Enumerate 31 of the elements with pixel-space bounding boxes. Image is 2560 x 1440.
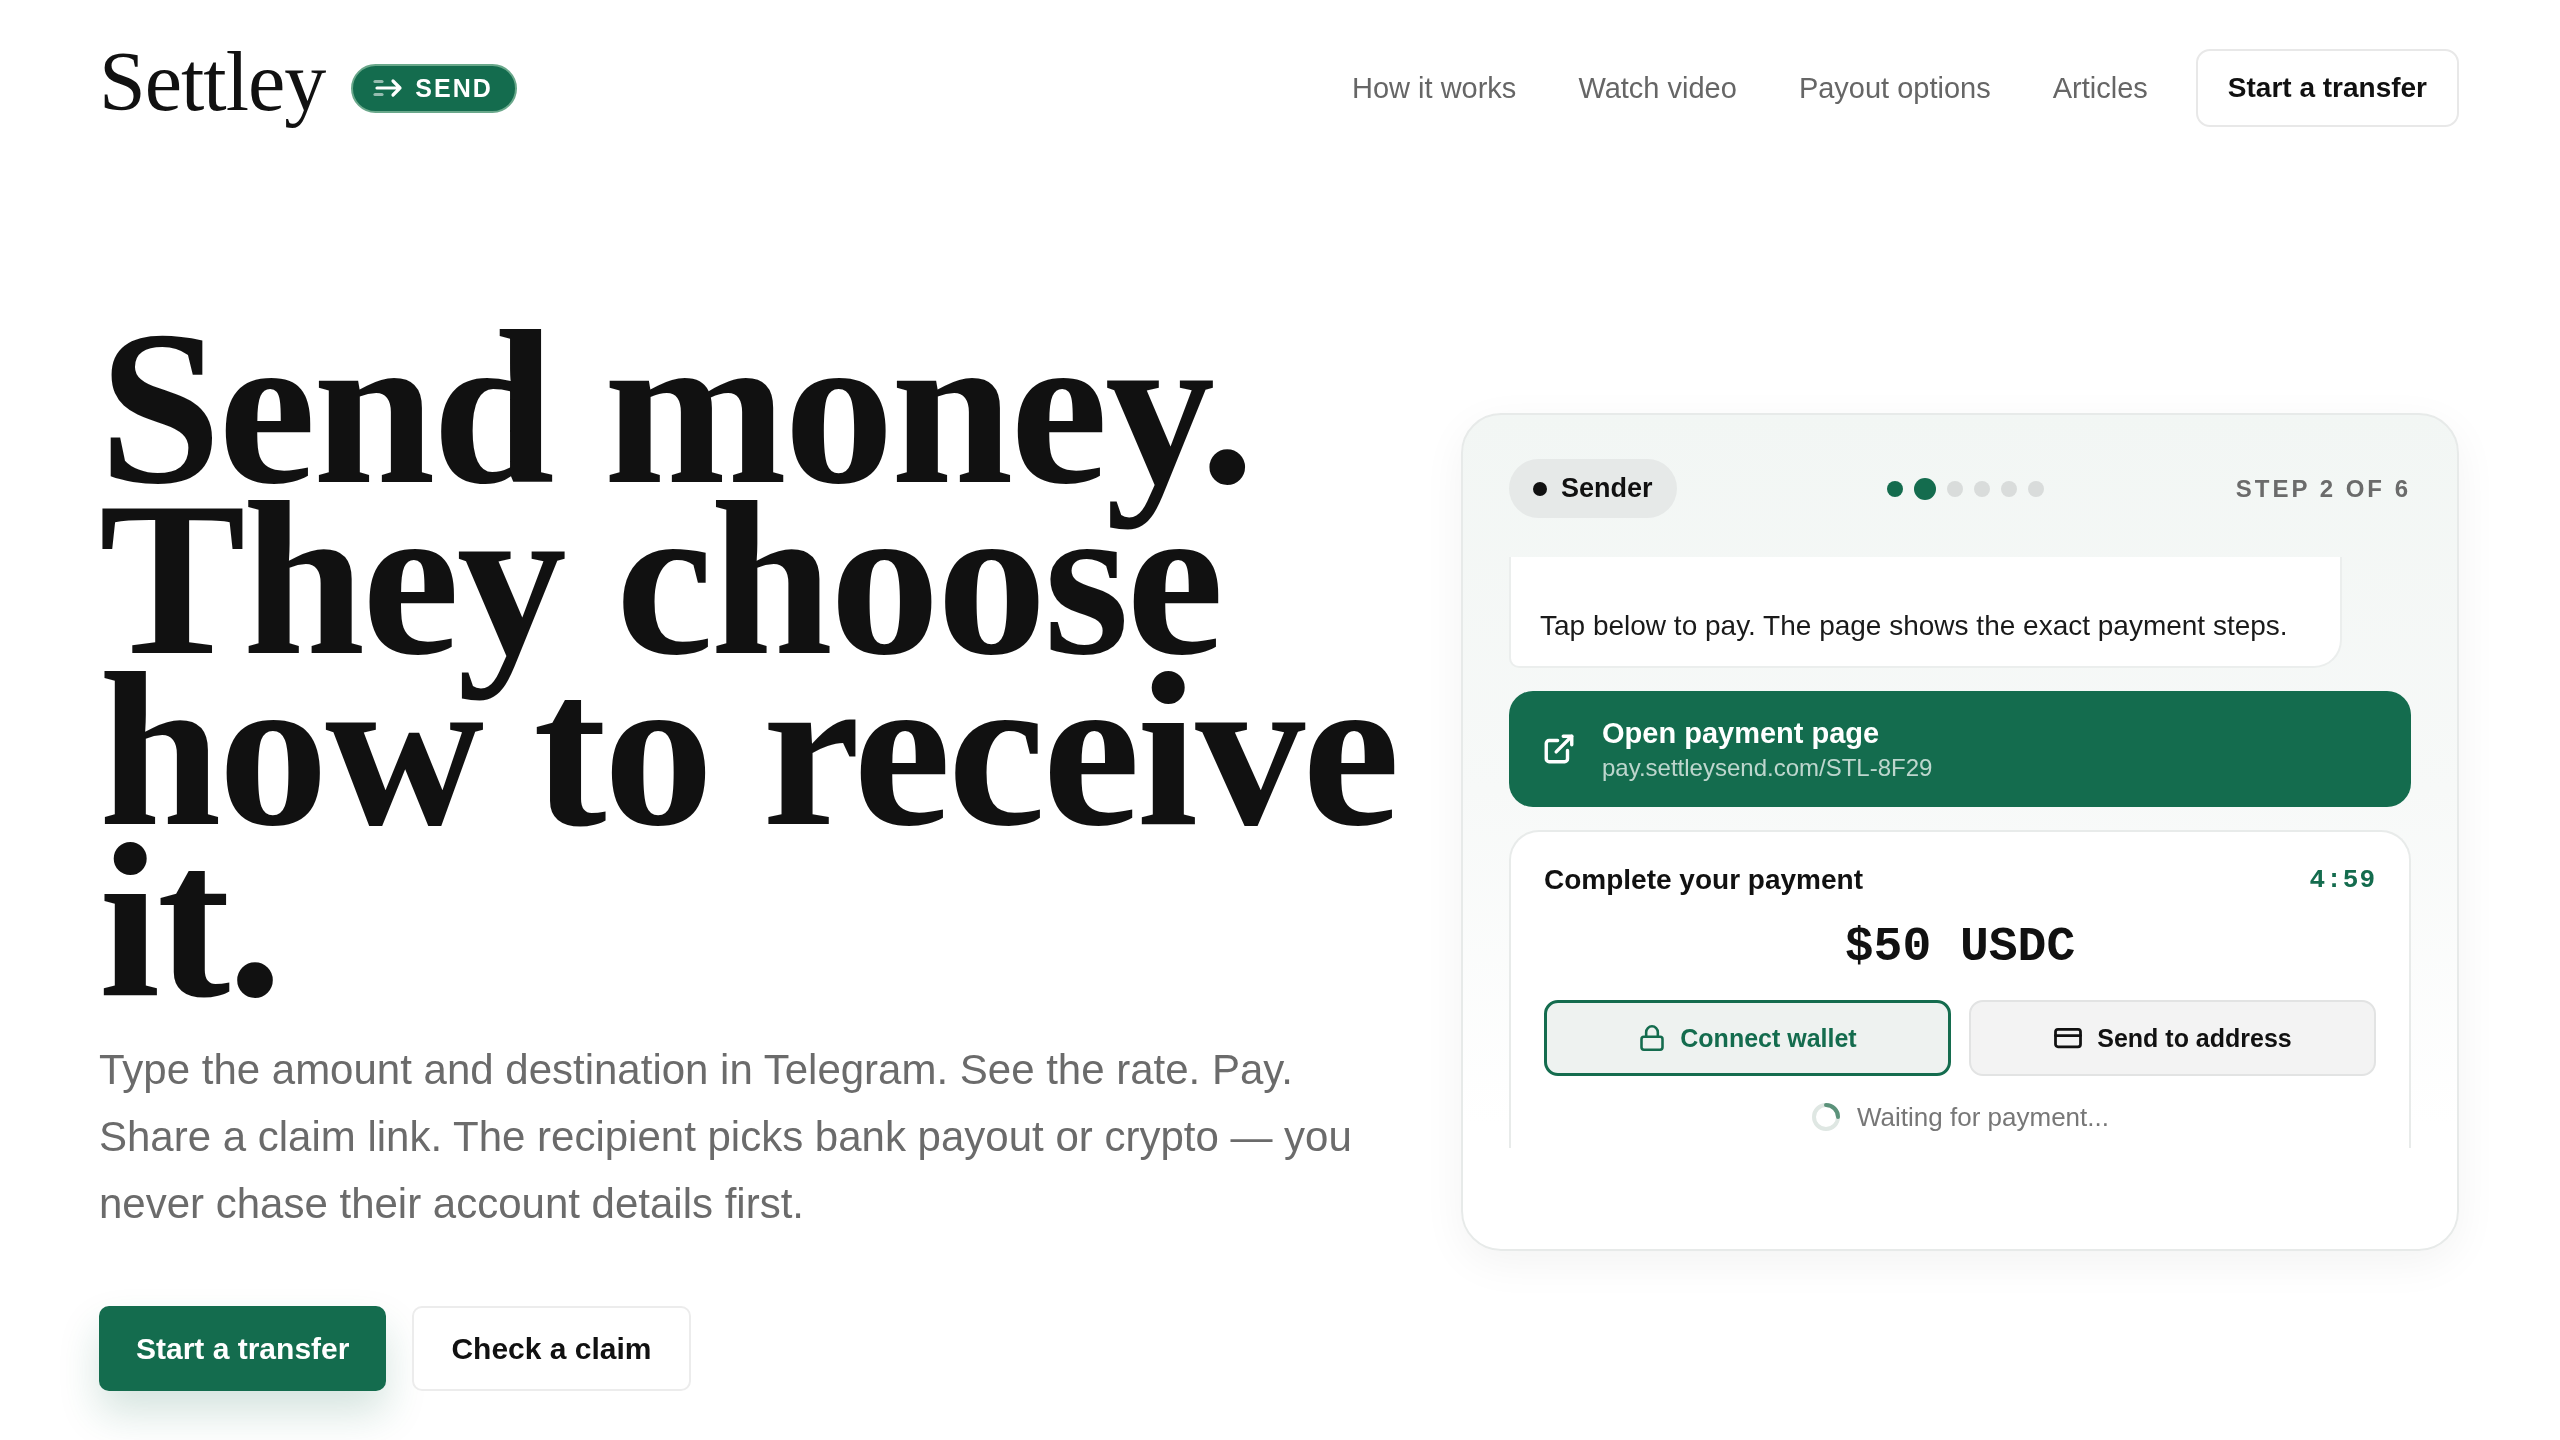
hero-description: Type the amount and destination in Telegram. See the rate. Pay. Share a claim link. The recipient picks bank payout or crypto — you never chase their account details first.: [99, 1045, 1353, 1229]
waiting-status: Waiting for payment...: [1857, 1101, 2109, 1133]
nav-link[interactable]: Payout options: [1784, 71, 2005, 105]
step-dot-icon: [2027, 480, 2044, 497]
hero-heading: Send money. They choose how to receive it.: [99, 323, 1398, 1007]
start-transfer-button[interactable]: Start a transfer: [2195, 49, 2459, 127]
open-payment-button[interactable]: Open payment page pay.settleysend.com/STL-8F29: [1509, 691, 2411, 807]
check-claim-button[interactable]: Check a claim: [412, 1306, 691, 1391]
payment-method-button[interactable]: Connect wallet: [1544, 1000, 1951, 1076]
external-link-icon: [1542, 732, 1576, 766]
nav-link[interactable]: Watch video: [1564, 71, 1751, 105]
lock-icon: [1638, 1024, 1667, 1052]
step-dot-icon: [1973, 480, 1990, 497]
nav-link[interactable]: Articles: [2038, 71, 2162, 105]
step-dot-icon: [1913, 477, 1936, 500]
step-counter: STEP 2 OF 6: [2235, 474, 2411, 503]
arrow-icon: [373, 78, 404, 98]
role-tag: Sender: [1509, 459, 1677, 518]
payment-title: Complete your payment: [1544, 864, 1863, 896]
payment-amount: $50 USDC: [1844, 919, 2076, 975]
countdown-timer: 4:59: [2309, 865, 2376, 895]
step-dot-icon: [1886, 480, 1903, 497]
send-badge: SEND: [351, 63, 517, 113]
spinner-icon: [1811, 1102, 1842, 1132]
dot-icon: [1533, 481, 1547, 496]
step-dot-icon: [1946, 480, 1963, 497]
nav-link[interactable]: How it works: [1338, 71, 1531, 105]
step-dot-icon: [2000, 480, 2017, 497]
chat-message: Tap below to pay. The page shows the exact payment steps.: [1509, 557, 2342, 668]
start-transfer-button[interactable]: Start a transfer: [99, 1306, 387, 1391]
payment-method-button[interactable]: Send to address: [1969, 1000, 2376, 1076]
